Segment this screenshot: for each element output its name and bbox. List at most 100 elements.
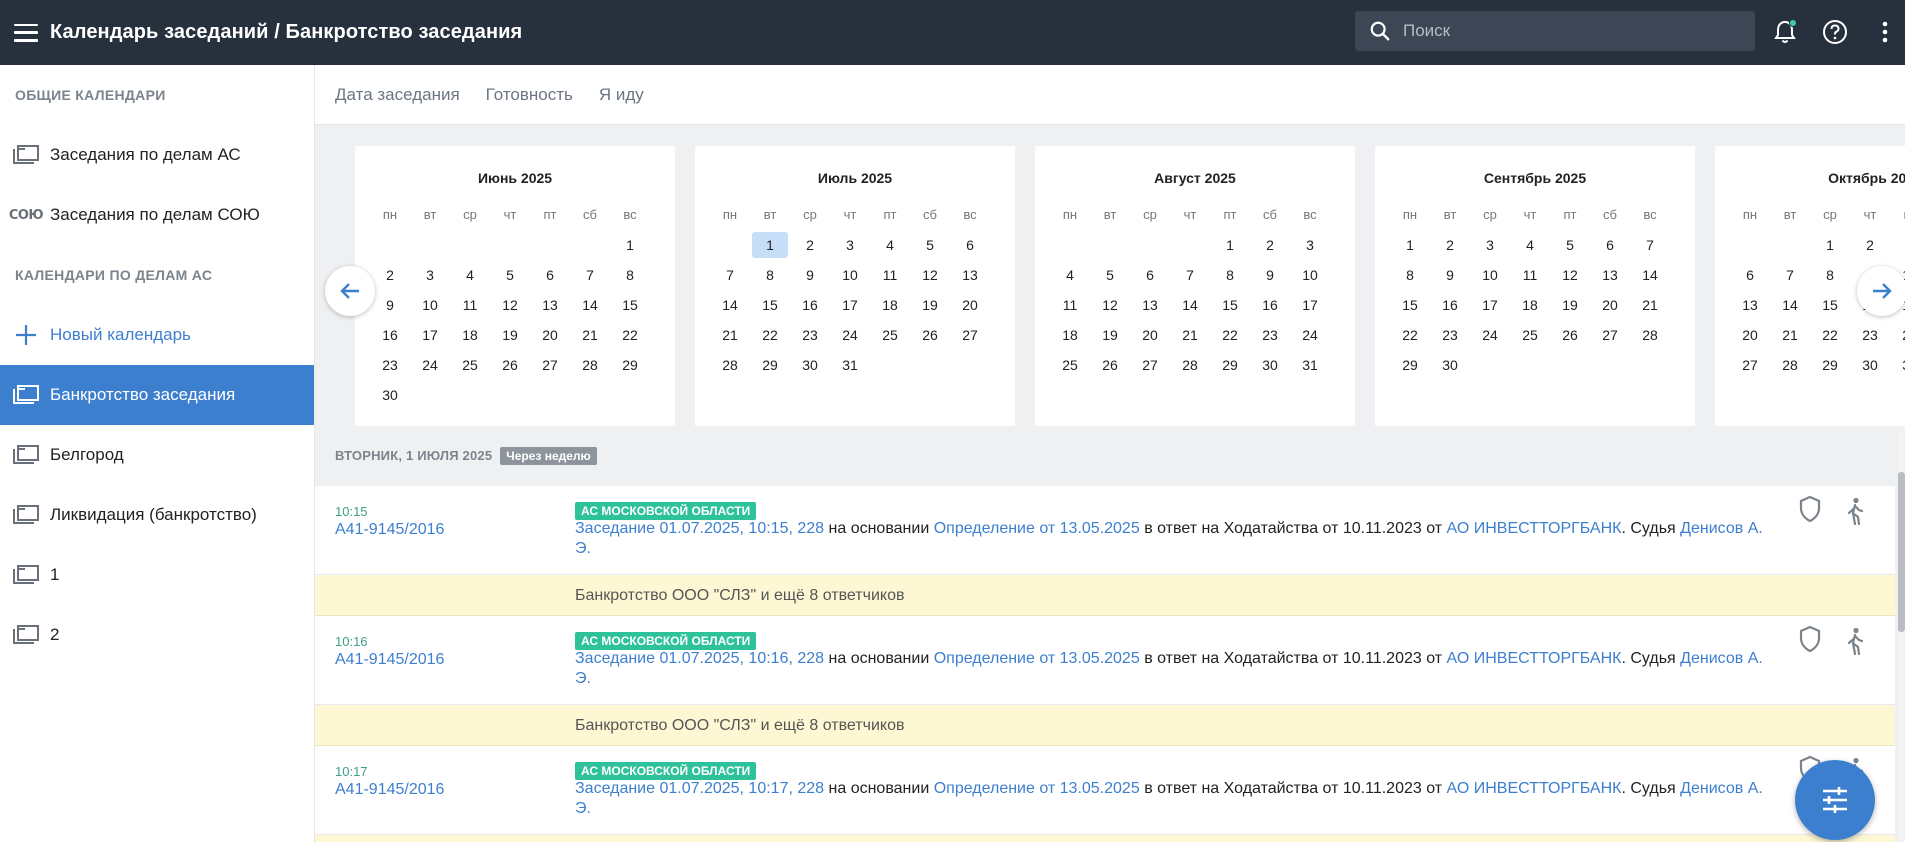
calendar-day[interactable]: 9: [1430, 260, 1470, 290]
calendar-day[interactable]: 7: [1770, 260, 1810, 290]
attend-button[interactable]: [1843, 626, 1867, 656]
calendar-day[interactable]: 13: [1730, 290, 1770, 320]
sidebar-item-soyu-hearings[interactable]: СОЮ Заседания по делам СОЮ: [0, 185, 314, 245]
calendar-day[interactable]: 24: [1290, 320, 1330, 350]
calendar-day[interactable]: 11: [870, 260, 910, 290]
calendar-day[interactable]: 15: [1210, 290, 1250, 320]
calendar-day[interactable]: 8: [1210, 260, 1250, 290]
sidebar-item-bankruptcy[interactable]: Банкротство заседания: [0, 365, 314, 425]
calendar-day[interactable]: 6: [1730, 260, 1770, 290]
calendar-day[interactable]: 4: [1050, 260, 1090, 290]
calendar-day[interactable]: 1: [1390, 230, 1430, 260]
sidebar-item-2[interactable]: 2: [0, 605, 314, 665]
calendar-day[interactable]: 8: [1390, 260, 1430, 290]
calendar-day[interactable]: 6: [950, 230, 990, 260]
calendar-day[interactable]: 1: [610, 230, 650, 260]
calendar-day[interactable]: 20: [1590, 290, 1630, 320]
calendar-day[interactable]: 29: [610, 350, 650, 380]
calendar-day[interactable]: 12: [1090, 290, 1130, 320]
calendar-day[interactable]: 24: [410, 350, 450, 380]
case-number-link[interactable]: А41-9145/2016: [335, 651, 444, 669]
calendar-day[interactable]: 22: [1390, 320, 1430, 350]
calendar-day[interactable]: 16: [790, 290, 830, 320]
search-box[interactable]: [1355, 11, 1755, 51]
calendar-day[interactable]: 29: [1210, 350, 1250, 380]
calendar-day[interactable]: 30: [790, 350, 830, 380]
calendar-day[interactable]: 30: [1430, 350, 1470, 380]
notifications-button[interactable]: [1769, 16, 1801, 48]
calendar-day[interactable]: 17: [1470, 290, 1510, 320]
calendar-day[interactable]: 9: [370, 290, 410, 320]
calendar-day[interactable]: 10: [830, 260, 870, 290]
calendar-day[interactable]: 5: [490, 260, 530, 290]
calendar-day[interactable]: 19: [490, 320, 530, 350]
calendar-day[interactable]: 17: [1290, 290, 1330, 320]
calendar-day[interactable]: 25: [450, 350, 490, 380]
calendar-day[interactable]: 3: [410, 260, 450, 290]
calendar-day[interactable]: 4: [870, 230, 910, 260]
calendar-day[interactable]: 24: [1890, 320, 1905, 350]
shield-button[interactable]: [1795, 494, 1825, 524]
calendar-day[interactable]: 14: [1170, 290, 1210, 320]
calendar-day[interactable]: 11: [1050, 290, 1090, 320]
calendar-day[interactable]: 3: [1890, 230, 1905, 260]
participants-row[interactable]: Банкротство ООО "СЛЗ" и ещё 8 ответчиков: [315, 705, 1895, 746]
calendar-day[interactable]: 26: [490, 350, 530, 380]
calendar-day[interactable]: 7: [570, 260, 610, 290]
calendar-day[interactable]: 31: [1890, 350, 1905, 380]
calendar-day[interactable]: 2: [1430, 230, 1470, 260]
calendar-day[interactable]: 2: [370, 260, 410, 290]
calendar-day[interactable]: 8: [750, 260, 790, 290]
calendar-day[interactable]: 13: [950, 260, 990, 290]
calendar-day[interactable]: 12: [910, 260, 950, 290]
calendar-day[interactable]: 13: [1590, 260, 1630, 290]
calendar-day[interactable]: 15: [1390, 290, 1430, 320]
case-number-link[interactable]: А41-9145/2016: [335, 781, 444, 799]
calendar-day[interactable]: 28: [1630, 320, 1670, 350]
calendar-day[interactable]: 29: [1390, 350, 1430, 380]
calendar-day[interactable]: 21: [1170, 320, 1210, 350]
calendar-day[interactable]: 26: [910, 320, 950, 350]
calendar-day[interactable]: 14: [570, 290, 610, 320]
tab-attending[interactable]: Я иду: [599, 85, 644, 105]
prev-month-button[interactable]: [325, 266, 375, 316]
next-month-button[interactable]: [1857, 266, 1905, 316]
calendar-day[interactable]: 20: [1130, 320, 1170, 350]
calendar-day[interactable]: 24: [1470, 320, 1510, 350]
tab-hearing-date[interactable]: Дата заседания: [335, 85, 460, 105]
party-link[interactable]: АО ИНВЕСТТОРГБАНК: [1447, 780, 1622, 797]
calendar-day[interactable]: 15: [750, 290, 790, 320]
calendar-day[interactable]: 4: [450, 260, 490, 290]
calendar-day[interactable]: 8: [1810, 260, 1850, 290]
party-link[interactable]: АО ИНВЕСТТОРГБАНК: [1447, 650, 1622, 667]
hearing-link[interactable]: Заседание 01.07.2025, 10:17, 228: [575, 780, 824, 797]
calendar-day[interactable]: 14: [1770, 290, 1810, 320]
calendar-day[interactable]: 1: [1810, 230, 1850, 260]
case-number-link[interactable]: А41-9145/2016: [335, 521, 444, 539]
calendar-day[interactable]: 21: [1630, 290, 1670, 320]
calendar-day[interactable]: 15: [610, 290, 650, 320]
calendar-day[interactable]: 20: [530, 320, 570, 350]
party-link[interactable]: АО ИНВЕСТТОРГБАНК: [1447, 520, 1622, 537]
calendar-day[interactable]: 20: [950, 290, 990, 320]
calendar-day[interactable]: 2: [1850, 230, 1890, 260]
calendar-day[interactable]: 11: [450, 290, 490, 320]
calendar-day[interactable]: 15: [1810, 290, 1850, 320]
filter-button[interactable]: [1795, 760, 1875, 840]
calendar-day[interactable]: 23: [1430, 320, 1470, 350]
calendar-day[interactable]: 19: [1090, 320, 1130, 350]
calendar-day-selected[interactable]: 1: [750, 230, 790, 260]
calendar-day[interactable]: 7: [1630, 230, 1670, 260]
calendar-day[interactable]: 17: [410, 320, 450, 350]
calendar-day[interactable]: 3: [1290, 230, 1330, 260]
sidebar-item-liquidation[interactable]: Ликвидация (банкротство): [0, 485, 314, 545]
calendar-day[interactable]: 27: [530, 350, 570, 380]
calendar-day[interactable]: 3: [1470, 230, 1510, 260]
calendar-day[interactable]: 10: [410, 290, 450, 320]
calendar-day[interactable]: 30: [370, 380, 410, 410]
tab-readiness[interactable]: Готовность: [486, 85, 573, 105]
calendar-day[interactable]: 7: [710, 260, 750, 290]
calendar-day[interactable]: 23: [790, 320, 830, 350]
calendar-day[interactable]: 8: [610, 260, 650, 290]
calendar-day[interactable]: 25: [1050, 350, 1090, 380]
